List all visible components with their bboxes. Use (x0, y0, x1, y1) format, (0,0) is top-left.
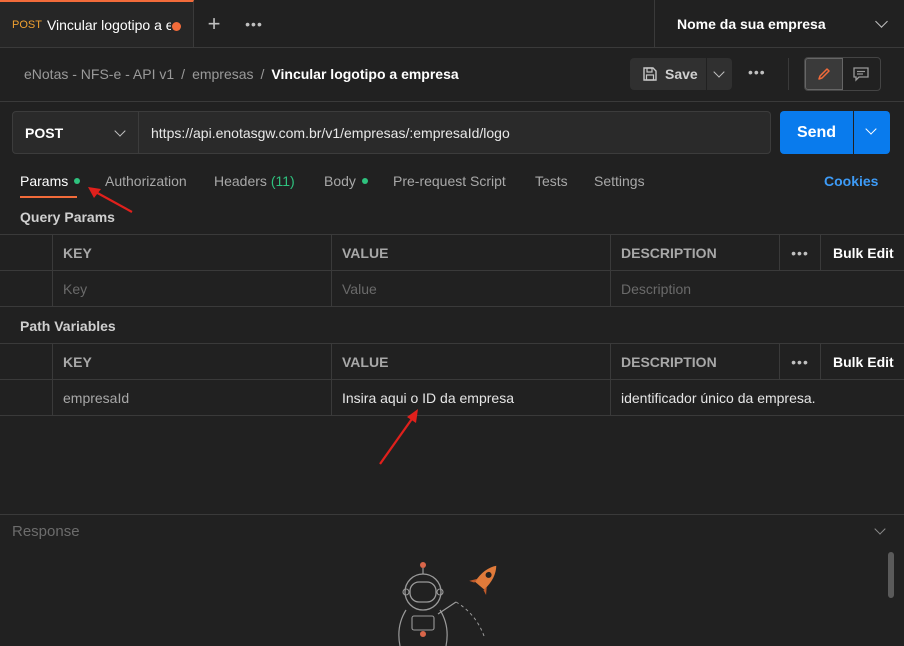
tab-tests[interactable]: Tests (535, 173, 568, 189)
tab-body[interactable]: Body (324, 173, 368, 189)
breadcrumb-separator: / (181, 66, 186, 82)
path-variable-value-input[interactable]: Insira aqui o ID da empresa (331, 380, 610, 416)
table-header-row: KEY VALUE DESCRIPTION ••• Bulk Edit (0, 344, 904, 380)
chevron-down-icon[interactable] (874, 523, 886, 535)
tab-settings[interactable]: Settings (594, 173, 645, 189)
pencil-icon (818, 68, 830, 80)
tab-title: Vincular logotipo a empresa (46, 16, 171, 33)
chevron-down-icon (865, 123, 877, 135)
tab-pre-request-script[interactable]: Pre-request Script (393, 173, 506, 189)
column-description: DESCRIPTION (610, 344, 779, 380)
active-indicator-icon (361, 178, 368, 185)
astronaut-rocket-illustration-icon (398, 562, 497, 646)
response-divider (0, 514, 904, 515)
path-variables-table: KEY VALUE DESCRIPTION ••• Bulk Edit empr… (0, 343, 904, 416)
query-params-table: KEY VALUE DESCRIPTION ••• Bulk Edit Key … (0, 234, 904, 307)
method-label: POST (25, 124, 64, 141)
path-variable-description-input[interactable]: identificador único da empresa. (610, 380, 904, 416)
table-row: Key Value Description (0, 271, 904, 307)
row-checkbox-column (0, 271, 52, 307)
active-indicator-icon (74, 178, 81, 185)
save-label: Save (665, 66, 698, 82)
path-variable-key: empresaId (52, 380, 331, 416)
chevron-down-icon (114, 125, 126, 137)
response-title[interactable]: Response (12, 523, 80, 540)
tab-params-label: Params (20, 173, 69, 189)
column-key: KEY (52, 344, 331, 380)
chevron-down-icon (713, 66, 725, 78)
column-value: VALUE (331, 344, 610, 380)
column-options-icon[interactable]: ••• (779, 235, 820, 271)
breadcrumb: eNotas - NFS-e - API v1 / empresas / Vincula… (24, 66, 459, 82)
url-input[interactable]: https://api.enotasgw.com.br/v1/empresas/… (139, 111, 771, 154)
table-header-row: KEY VALUE DESCRIPTION ••• Bulk Edit (0, 235, 904, 271)
send-dropdown-button[interactable] (854, 111, 890, 154)
tab-body-label: Body (324, 173, 356, 189)
divider (788, 58, 789, 90)
value-input[interactable]: Value (331, 271, 610, 307)
headers-count: (11) (270, 173, 295, 189)
column-description: DESCRIPTION (610, 235, 779, 271)
path-variables-title: Path Variables (20, 318, 116, 334)
scrollbar[interactable] (888, 552, 894, 598)
edit-mode-button[interactable] (805, 58, 843, 90)
bulk-edit-button[interactable]: Bulk Edit (820, 344, 904, 380)
breadcrumb-collection[interactable]: eNotas - NFS-e - API v1 (24, 66, 174, 82)
tab-headers-label: Headers (214, 173, 267, 189)
row-checkbox-column (0, 380, 52, 416)
description-input[interactable]: Description (610, 271, 904, 307)
breadcrumb-folder[interactable]: empresas (192, 66, 253, 82)
cookies-link[interactable]: Cookies (824, 173, 878, 189)
bulk-edit-button[interactable]: Bulk Edit (820, 235, 904, 271)
column-options-icon[interactable]: ••• (779, 344, 820, 380)
tab-params[interactable]: Params (20, 173, 81, 189)
table-row: empresaId Insira aqui o ID da empresa id… (0, 380, 904, 416)
row-checkbox-column (0, 235, 52, 271)
column-value: VALUE (331, 235, 610, 271)
comments-button[interactable] (843, 58, 880, 90)
url-value: https://api.enotasgw.com.br/v1/empresas/… (151, 124, 510, 141)
breadcrumb-separator: / (260, 66, 265, 82)
send-button[interactable]: Send (780, 111, 853, 154)
save-button[interactable]: Save (630, 58, 706, 90)
tab-headers[interactable]: Headers (11) (214, 173, 295, 189)
view-toggle (804, 57, 881, 91)
tab-bar: POST Vincular logotipo a empresa + ••• N… (0, 0, 904, 48)
tab-request-active[interactable]: POST Vincular logotipo a empresa (0, 0, 194, 47)
column-key: KEY (52, 235, 331, 271)
more-options-icon[interactable]: ••• (748, 64, 766, 80)
new-tab-plus-icon[interactable]: + (194, 0, 234, 47)
unsaved-dot-icon (172, 22, 181, 31)
save-dropdown-button[interactable] (707, 58, 732, 90)
chevron-down-icon (875, 15, 888, 28)
save-icon (643, 67, 657, 81)
breadcrumb-bar: eNotas - NFS-e - API v1 / empresas / Vincula… (0, 48, 904, 102)
environment-select[interactable]: Nome da sua empresa (654, 0, 904, 47)
tab-more-icon[interactable]: ••• (234, 0, 274, 47)
method-select[interactable]: POST (12, 111, 139, 154)
row-checkbox-column (0, 344, 52, 380)
tab-method: POST (12, 18, 42, 31)
comment-icon (853, 67, 869, 82)
breadcrumb-current[interactable]: Vincular logotipo a empresa (271, 66, 458, 82)
key-input[interactable]: Key (52, 271, 331, 307)
query-params-title: Query Params (20, 209, 115, 225)
environment-label: Nome da sua empresa (677, 15, 826, 32)
tab-authorization[interactable]: Authorization (105, 173, 187, 189)
active-tab-underline (20, 196, 77, 198)
